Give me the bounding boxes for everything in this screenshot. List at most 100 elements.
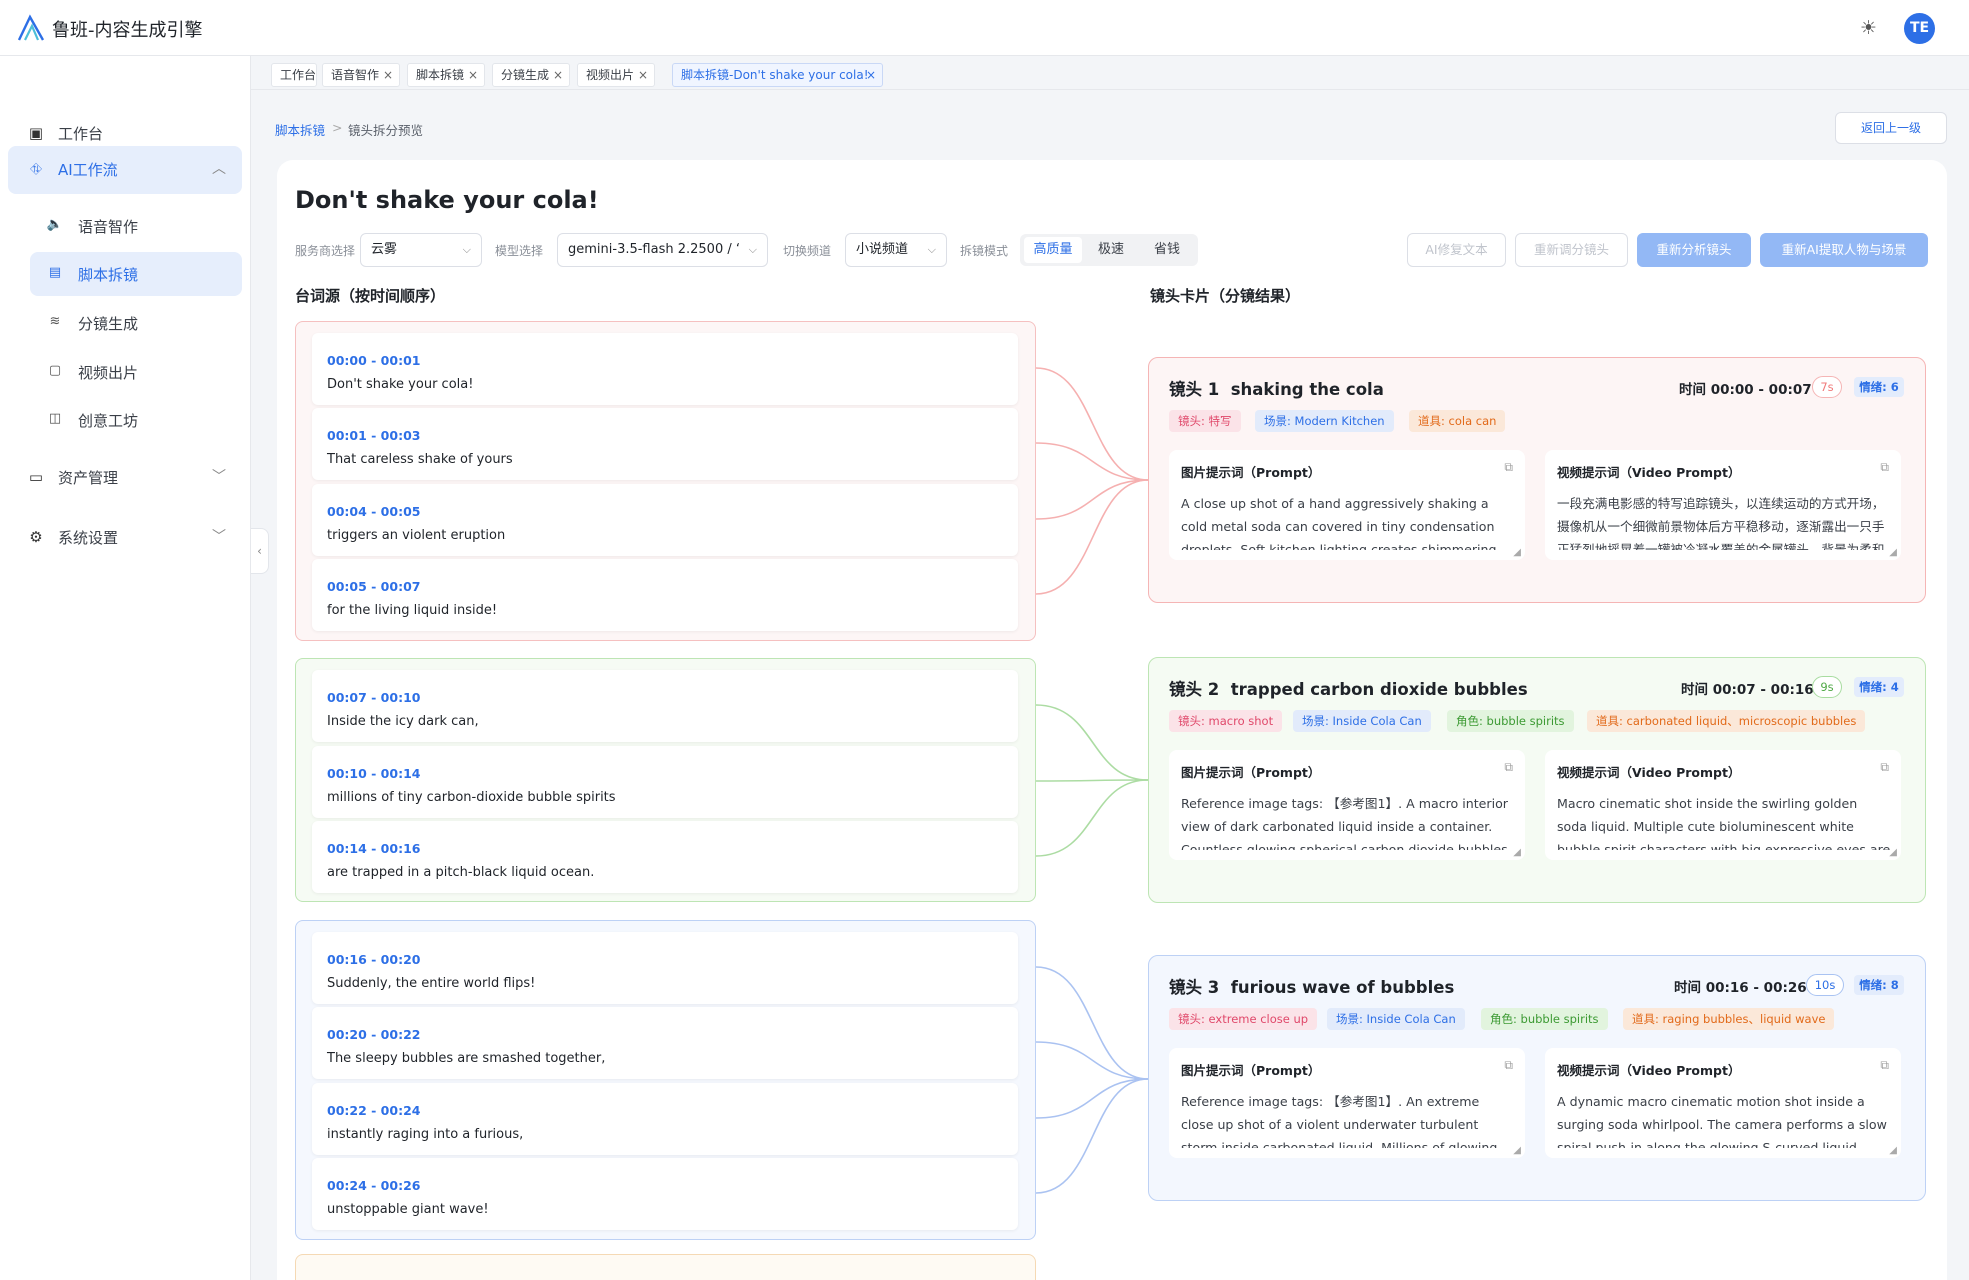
line-item[interactable]: 00:04 - 00:05 triggers an violent eruptio… <box>312 484 1018 556</box>
sidebar-item-script-split[interactable]: ▤ 脚本拆镜 <box>30 252 242 296</box>
shot-type-tag: 镜头: extreme close up <box>1169 1008 1318 1030</box>
video-prompt-box[interactable]: 视频提示词（Video Prompt） ⧉ A dynamic macro ci… <box>1545 1048 1901 1158</box>
shot-card[interactable]: 镜头 3 furious wave of bubbles 时间 00:16 - … <box>1148 955 1926 1201</box>
model-value: gemini-3.5-flash 2.2500 / ‘ <box>568 242 740 257</box>
video-prompt-box[interactable]: 视频提示词（Video Prompt） ⧉ Macro cinematic sh… <box>1545 750 1901 860</box>
sidebar-item-creative[interactable]: ◫ 创意工坊 <box>30 398 242 442</box>
copy-icon[interactable]: ⧉ <box>1504 760 1513 775</box>
chevron-up-icon: ︿ <box>212 161 226 177</box>
avatar[interactable]: TE <box>1904 13 1935 44</box>
re-extract-characters-button[interactable]: 重新AI提取人物与场景 <box>1760 233 1928 267</box>
line-item[interactable]: 00:22 - 00:24 instantly raging into a fur… <box>312 1083 1018 1155</box>
line-time: 00:01 - 00:03 <box>327 428 421 443</box>
layers-icon: ≋ <box>49 314 61 329</box>
connector <box>1036 966 1149 1080</box>
copy-icon[interactable]: ⧉ <box>1504 460 1513 475</box>
mode-save[interactable]: 省钱 <box>1140 237 1194 263</box>
line-item[interactable]: 00:00 - 00:01 Don't shake your cola! <box>312 333 1018 405</box>
channel-label: 切换频道 <box>783 244 832 258</box>
readjust-shots-button[interactable]: 重新调分镜头 <box>1515 233 1628 267</box>
line-item[interactable]: 00:24 - 00:26 unstoppable giant wave! <box>312 1158 1018 1230</box>
reanalyze-shots-button[interactable]: 重新分析镜头 <box>1637 233 1751 267</box>
line-item[interactable]: 00:10 - 00:14 millions of tiny carbon-dio… <box>312 746 1018 818</box>
page-title: Don't shake your cola! <box>295 186 599 214</box>
line-text: Suddenly, the entire world flips! <box>327 976 536 991</box>
connector <box>1036 1041 1149 1080</box>
breadcrumb-parent[interactable]: 脚本拆镜 <box>275 120 325 139</box>
sidebar-item-video[interactable]: ▢ 视频出片 <box>30 350 242 394</box>
line-time: 00:04 - 00:05 <box>327 504 421 519</box>
close-icon[interactable]: × <box>866 64 876 86</box>
model-label: 模型选择 <box>495 244 544 258</box>
video-prompt-box[interactable]: 视频提示词（Video Prompt） ⧉ 一段充满电影感的特写追踪镜头，以连续… <box>1545 450 1901 560</box>
tab-voice[interactable]: 语音智作 × <box>322 63 400 87</box>
ai-fix-text-button[interactable]: AI修复文本 <box>1407 233 1506 267</box>
mode-fast[interactable]: 极速 <box>1084 237 1138 263</box>
shot-card[interactable]: 镜头 2 trapped carbon dioxide bubbles 时间 0… <box>1148 657 1926 903</box>
sidebar-item-label: 视频出片 <box>78 364 139 382</box>
emotion-badge: 情绪: 8 <box>1854 975 1904 995</box>
scene-tag: 场景: Modern Kitchen <box>1255 410 1394 432</box>
resize-handle-icon[interactable]: ◢ <box>1513 1145 1521 1156</box>
resize-handle-icon[interactable]: ◢ <box>1889 1145 1897 1156</box>
prompt-text[interactable]: Reference image tags: 【参考图1】. An extreme… <box>1181 1090 1515 1148</box>
line-group <box>295 1254 1036 1280</box>
tab-workbench[interactable]: 工作台 <box>271 63 317 87</box>
sun-icon[interactable]: ☀ <box>1860 17 1877 39</box>
sidebar-item-assets[interactable]: ▭ 资产管理 ﹀ <box>8 454 242 502</box>
resize-handle-icon[interactable]: ◢ <box>1513 547 1521 558</box>
copy-icon[interactable]: ⧉ <box>1880 460 1889 475</box>
prop-tag: 道具: carbonated liquid、microscopic bubble… <box>1587 710 1866 732</box>
scene-tag: 场景: Inside Cola Can <box>1327 1008 1465 1030</box>
copy-icon[interactable]: ⧉ <box>1880 1058 1889 1073</box>
sidebar-item-voice[interactable]: 🔈 语音智作 <box>30 204 242 248</box>
chevron-down-icon: ﹀ <box>212 469 226 485</box>
sidebar-item-ai-workflow[interactable]: ⛗ AI工作流 ︿ <box>8 146 242 194</box>
line-to-shot-connectors <box>1036 367 1149 1194</box>
tab-storyboard[interactable]: 分镜生成 × <box>492 63 570 87</box>
resize-handle-icon[interactable]: ◢ <box>1889 547 1897 558</box>
image-prompt-box[interactable]: 图片提示词（Prompt） ⧉ Reference image tags: 【参… <box>1169 1048 1525 1158</box>
resize-handle-icon[interactable]: ◢ <box>1513 847 1521 858</box>
image-prompt-box[interactable]: 图片提示词（Prompt） ⧉ A close up shot of a han… <box>1169 450 1525 560</box>
prop-tag: 道具: cola can <box>1409 410 1506 432</box>
close-icon[interactable]: × <box>468 64 478 86</box>
mode-high-quality[interactable]: 高质量 <box>1024 237 1082 263</box>
line-item[interactable]: 00:05 - 00:07 for the living liquid insid… <box>312 559 1018 631</box>
resize-handle-icon[interactable]: ◢ <box>1889 847 1897 858</box>
prompt-text[interactable]: A dynamic macro cinematic motion shot in… <box>1557 1090 1891 1148</box>
sidebar-item-label: 资产管理 <box>58 469 119 487</box>
channel-select[interactable]: 小说频道 ⌵ <box>845 233 947 267</box>
sidebar-collapse-button[interactable]: ‹ <box>251 528 269 574</box>
sidebar-item-settings[interactable]: ⚙ 系统设置 ﹀ <box>8 514 242 562</box>
sidebar-item-storyboard[interactable]: ≋ 分镜生成 <box>30 301 242 345</box>
line-item[interactable]: 00:14 - 00:16 are trapped in a pitch-blac… <box>312 821 1018 893</box>
prompt-text[interactable]: 一段充满电影感的特写追踪镜头，以连续运动的方式开场，摄像机从一个细微前景物体后方… <box>1557 492 1891 550</box>
model-select[interactable]: gemini-3.5-flash 2.2500 / ‘ ⌵ <box>557 233 768 267</box>
back-button[interactable]: 返回上一级 <box>1835 112 1947 144</box>
tab-label: 语音智作 <box>331 68 380 82</box>
shot-title: 镜头 3 furious wave of bubbles <box>1169 978 1455 997</box>
workbench-icon: ▣ <box>28 124 44 142</box>
line-item[interactable]: 00:20 - 00:22 The sleepy bubbles are smas… <box>312 1007 1018 1079</box>
provider-select[interactable]: 云雾 ⌵ <box>360 233 482 267</box>
tab-script-cola[interactable]: 脚本拆镜-Don't shake your cola! × <box>672 63 883 87</box>
image-prompt-box[interactable]: 图片提示词（Prompt） ⧉ Reference image tags: 【参… <box>1169 750 1525 860</box>
close-icon[interactable]: × <box>383 64 393 86</box>
shot-card[interactable]: 镜头 1 shaking the cola 时间 00:00 - 00:07 7… <box>1148 357 1926 603</box>
copy-icon[interactable]: ⧉ <box>1504 1058 1513 1073</box>
close-icon[interactable]: × <box>638 64 648 86</box>
prompt-text[interactable]: A close up shot of a hand aggressively s… <box>1181 492 1515 550</box>
close-icon[interactable]: × <box>553 64 563 86</box>
prompt-heading: 图片提示词（Prompt） <box>1181 1063 1321 1078</box>
sidebar-item-label: 语音智作 <box>78 218 139 236</box>
line-item[interactable]: 00:07 - 00:10 Inside the icy dark can, <box>312 670 1018 742</box>
emotion-badge: 情绪: 4 <box>1854 677 1904 697</box>
tab-script[interactable]: 脚本拆镜 × <box>407 63 485 87</box>
prompt-text[interactable]: Macro cinematic shot inside the swirling… <box>1557 792 1891 850</box>
tab-video[interactable]: 视频出片 × <box>577 63 655 87</box>
line-item[interactable]: 00:16 - 00:20 Suddenly, the entire world … <box>312 932 1018 1004</box>
copy-icon[interactable]: ⧉ <box>1880 760 1889 775</box>
prompt-text[interactable]: Reference image tags: 【参考图1】. A macro in… <box>1181 792 1515 850</box>
line-item[interactable]: 00:01 - 00:03 That careless shake of your… <box>312 408 1018 480</box>
